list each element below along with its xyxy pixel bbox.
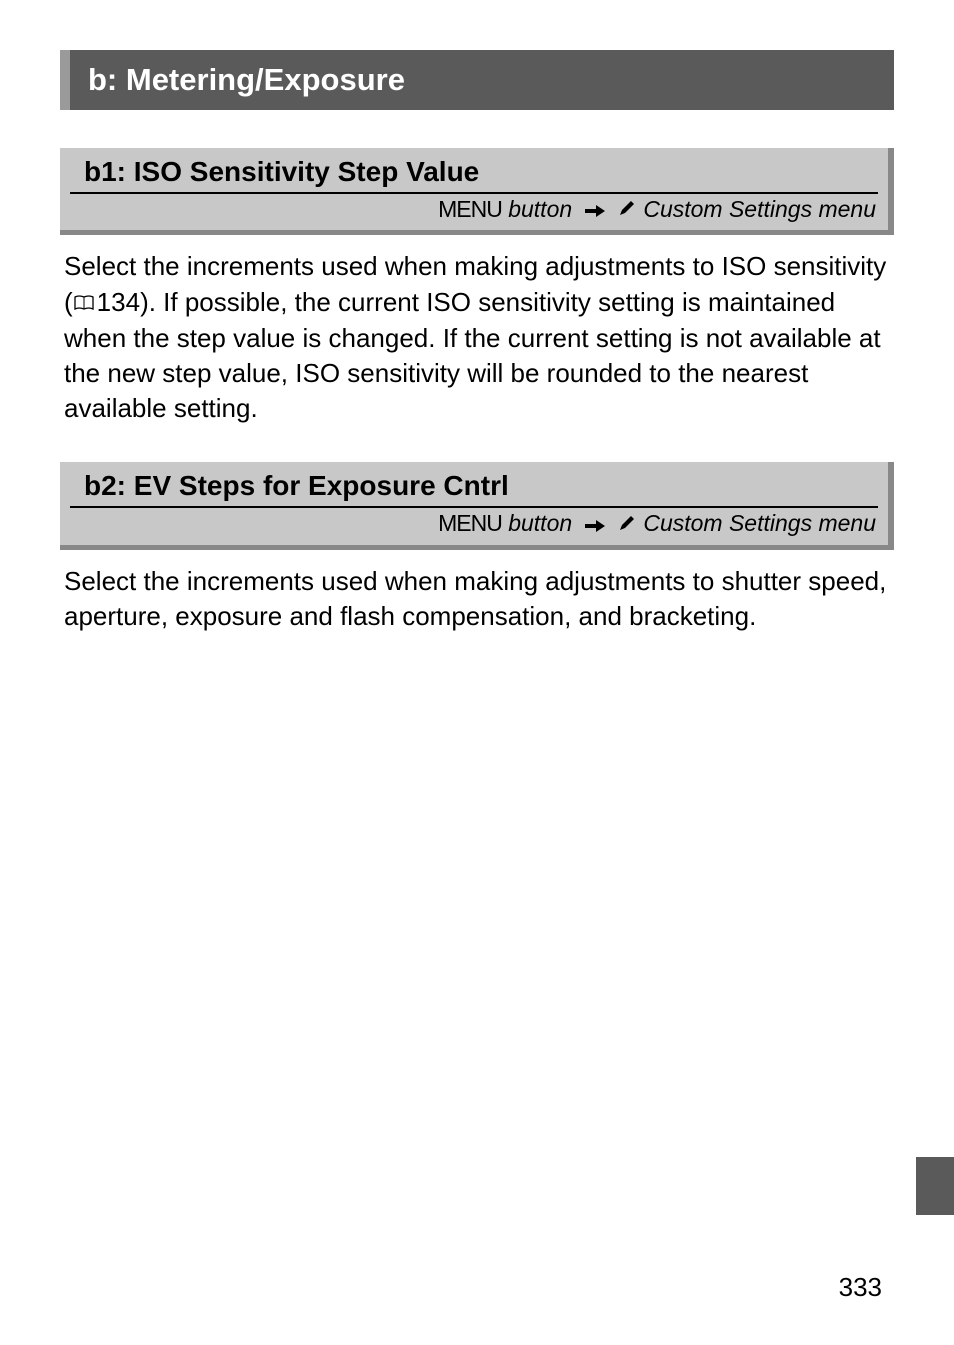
button-word: button — [508, 196, 572, 222]
menu-label: MENU — [438, 510, 502, 536]
subsection-menu-path: MENU button Custom Settings menu — [60, 508, 888, 544]
subsection-b1: b1: ISO Sensitivity Step Value MENU butt… — [60, 148, 894, 235]
menu-label: MENU — [438, 196, 502, 222]
pencil-icon — [617, 512, 637, 539]
menu-path-text: Custom Settings menu — [643, 510, 876, 536]
subsection-title: b1: ISO Sensitivity Step Value — [70, 148, 878, 194]
button-word: button — [508, 510, 572, 536]
arrow-right-icon — [585, 197, 605, 224]
subsection-menu-path: MENU button Custom Settings menu — [60, 194, 888, 230]
subsection-title: b2: EV Steps for Exposure Cntrl — [70, 462, 878, 508]
page-ref-icon — [73, 286, 95, 321]
menu-path-text: Custom Settings menu — [643, 196, 876, 222]
subsection-b2: b2: EV Steps for Exposure Cntrl MENU but… — [60, 462, 894, 549]
page-number: 333 — [839, 1272, 882, 1303]
body-text-b1: Select the increments used when making a… — [60, 249, 894, 426]
arrow-right-icon — [585, 512, 605, 539]
pencil-icon — [617, 197, 637, 224]
body-after: ). If possible, the current ISO sensitiv… — [64, 287, 881, 424]
section-header: b: Metering/Exposure — [60, 50, 894, 110]
body-text-b2: Select the increments used when making a… — [60, 564, 894, 634]
page-ref-number: 134 — [97, 287, 140, 317]
side-tab — [916, 1157, 954, 1215]
